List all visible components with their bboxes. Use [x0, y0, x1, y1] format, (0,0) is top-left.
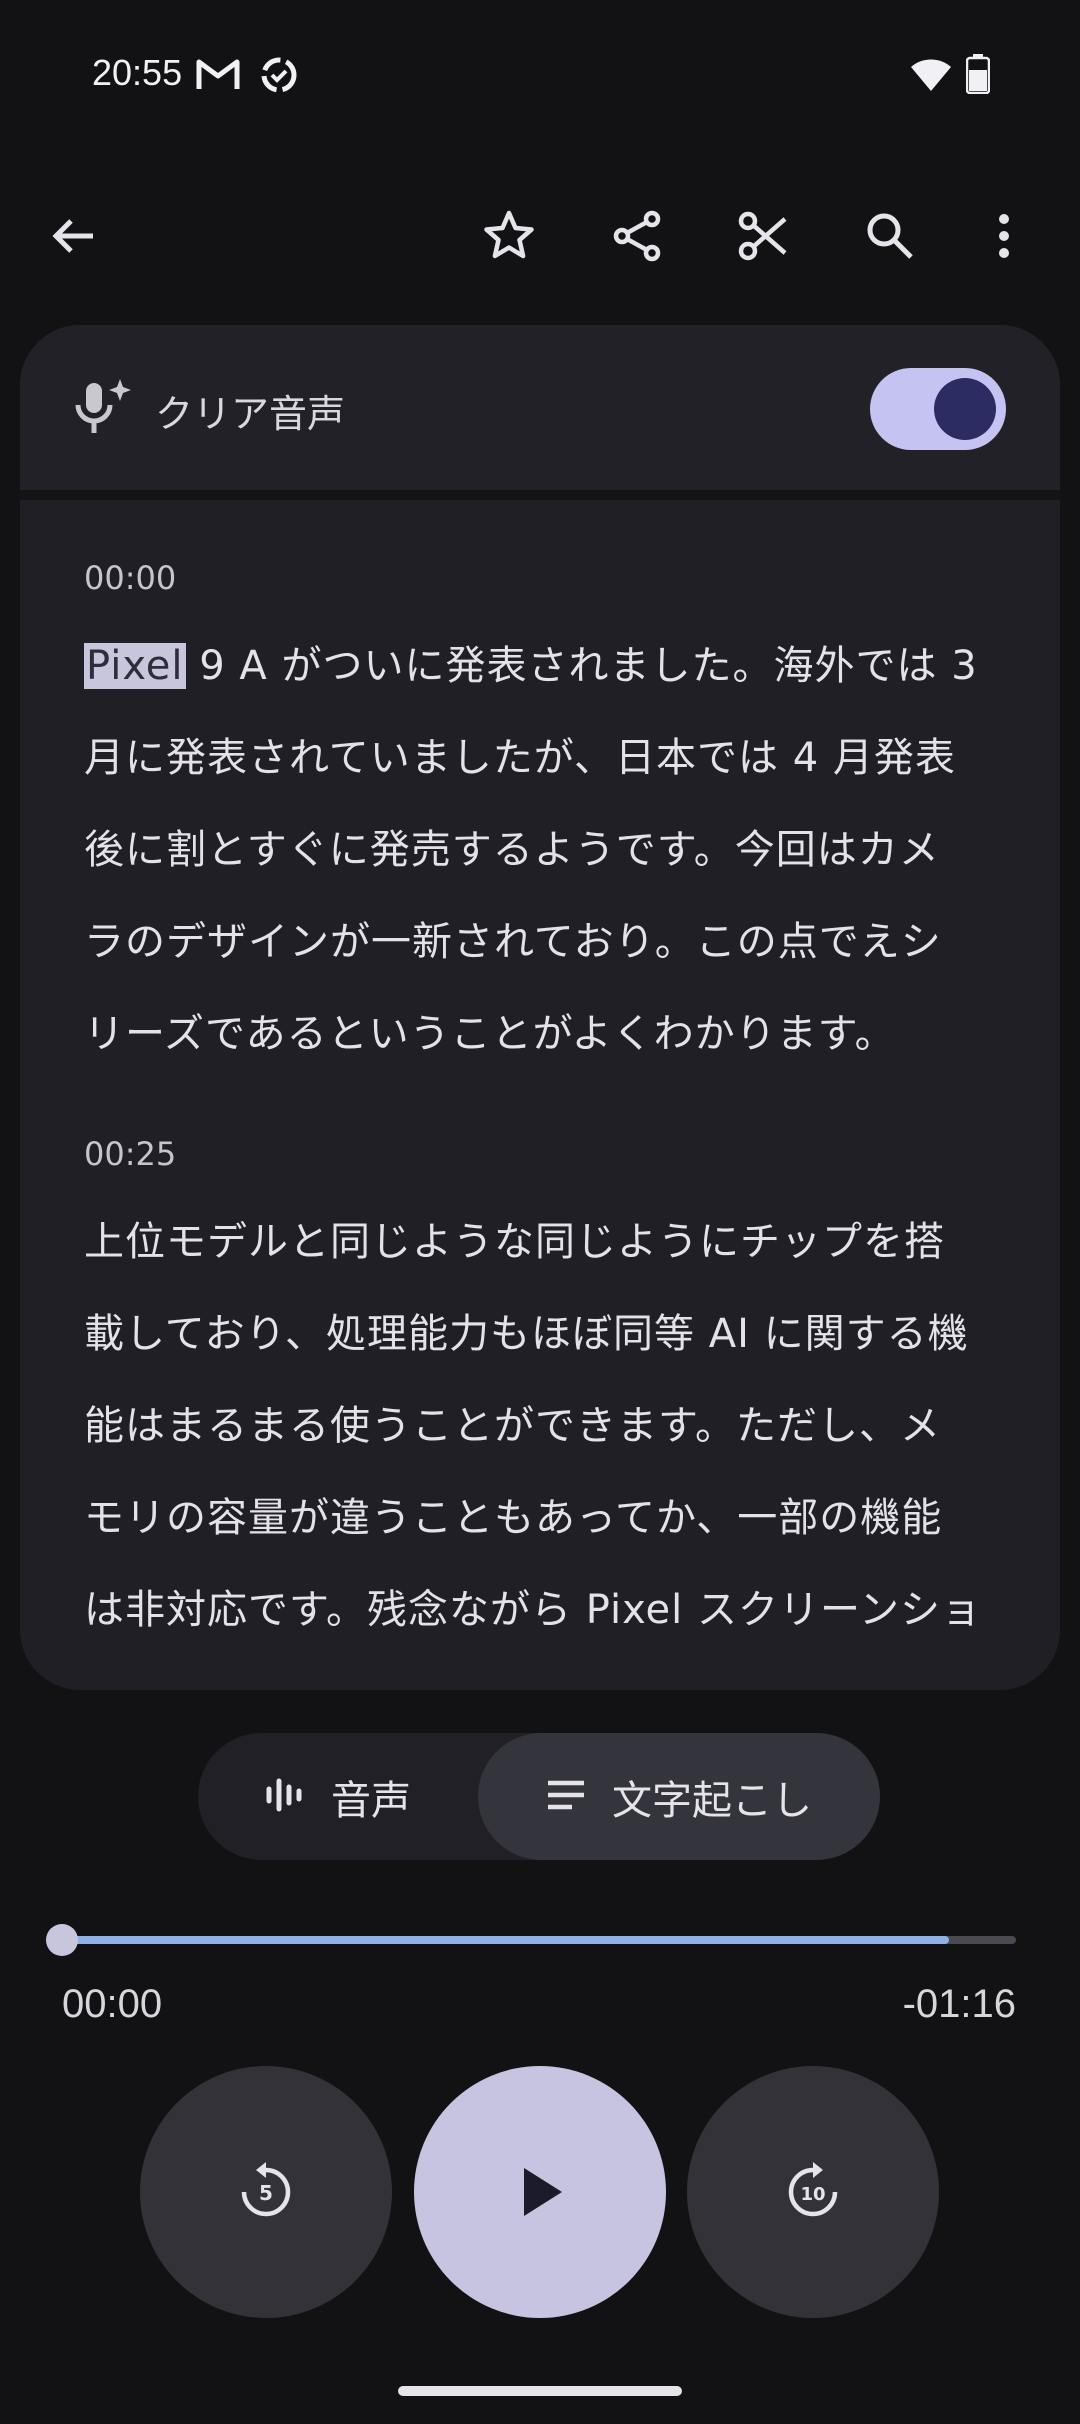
forward-10-icon: 10: [788, 2162, 838, 2217]
tab-audio[interactable]: 音声: [198, 1733, 478, 1860]
highlighted-word: Pixel: [84, 643, 186, 689]
seek-bar-thumb[interactable]: [46, 1924, 78, 1956]
share-icon[interactable]: [605, 204, 669, 268]
transcript-paragraph[interactable]: 上位モデルと同じような同じようにチップを搭 載しており、処理能力もほぼ同等 AI…: [84, 1196, 1014, 1656]
wifi-icon: [910, 58, 952, 96]
mic-sparkle-icon: [72, 377, 136, 445]
timestamp[interactable]: 00:00: [84, 559, 176, 597]
transcript-line: 載しており、処理能力もほぼ同等 AI に関する機: [84, 1311, 969, 1357]
remaining-time: -01:16: [902, 1982, 1016, 2026]
forward-button[interactable]: 10: [687, 2066, 939, 2318]
transcript-line: 月に発表されていましたが、日本では 4 月発表: [84, 735, 956, 781]
timestamp[interactable]: 00:25: [84, 1135, 176, 1173]
transcript-line: 後に割とすぐに発売するようです。今回はカメ: [84, 827, 940, 873]
play-icon: [524, 2168, 562, 2216]
elapsed-time: 00:00: [62, 1982, 163, 2026]
status-bar: 20:55: [0, 0, 1080, 150]
more-vert-icon[interactable]: [972, 204, 1036, 268]
transcript-line: リーズであるということがよくわかります。: [84, 1011, 896, 1057]
transcript-line: モリの容量が違うこともあってか、一部の機能: [84, 1495, 943, 1541]
rewind-button[interactable]: 5: [140, 2066, 392, 2318]
lines-icon: [546, 1779, 586, 1815]
tab-transcript-label: 文字起こし: [612, 1777, 812, 1824]
forward-seconds: 10: [800, 2184, 825, 2205]
tab-audio-label: 音声: [331, 1777, 411, 1824]
transcript-line: ラのデザインが一新されており。この点でえシ: [84, 919, 942, 965]
back-arrow-icon[interactable]: [42, 204, 106, 268]
battery-icon: [965, 54, 991, 98]
toggle-knob: [934, 378, 996, 440]
replay-5-icon: 5: [241, 2162, 291, 2217]
star-icon[interactable]: [477, 204, 541, 268]
clear-audio-row[interactable]: クリア音声: [20, 325, 1060, 490]
tab-transcript[interactable]: 文字起こし: [478, 1733, 880, 1860]
gmail-icon: [196, 56, 240, 96]
top-app-bar: [0, 180, 1080, 290]
clear-audio-label: クリア音声: [155, 392, 346, 436]
waveform-icon: [265, 1775, 305, 1819]
scissors-icon[interactable]: [732, 204, 796, 268]
seek-bar-fill: [62, 1936, 950, 1944]
rewind-seconds: 5: [259, 2181, 273, 2205]
transcript-line: は非対応です。残念ながら Pixel スクリーンショ: [84, 1587, 982, 1633]
play-button[interactable]: [414, 2066, 666, 2318]
transcript-line: Pixel 9 A がついに発表されました。海外では 3: [84, 643, 978, 689]
divider: [20, 490, 1060, 500]
clear-audio-toggle[interactable]: [870, 368, 1006, 450]
status-time: 20:55: [92, 52, 183, 93]
sync-icon: [258, 54, 300, 100]
search-icon[interactable]: [858, 204, 922, 268]
seek-bar[interactable]: [46, 1924, 1016, 1956]
home-indicator[interactable]: [398, 2386, 682, 2396]
view-switcher: 音声 文字起こし: [198, 1733, 880, 1860]
transcript-paragraph[interactable]: Pixel 9 A がついに発表されました。海外では 3 月に発表されていました…: [84, 620, 1014, 1080]
transcript-line: 上位モデルと同じような同じようにチップを搭: [84, 1219, 945, 1265]
transcript-line: 能はまるまる使うことができます。ただし、メ: [84, 1403, 941, 1449]
